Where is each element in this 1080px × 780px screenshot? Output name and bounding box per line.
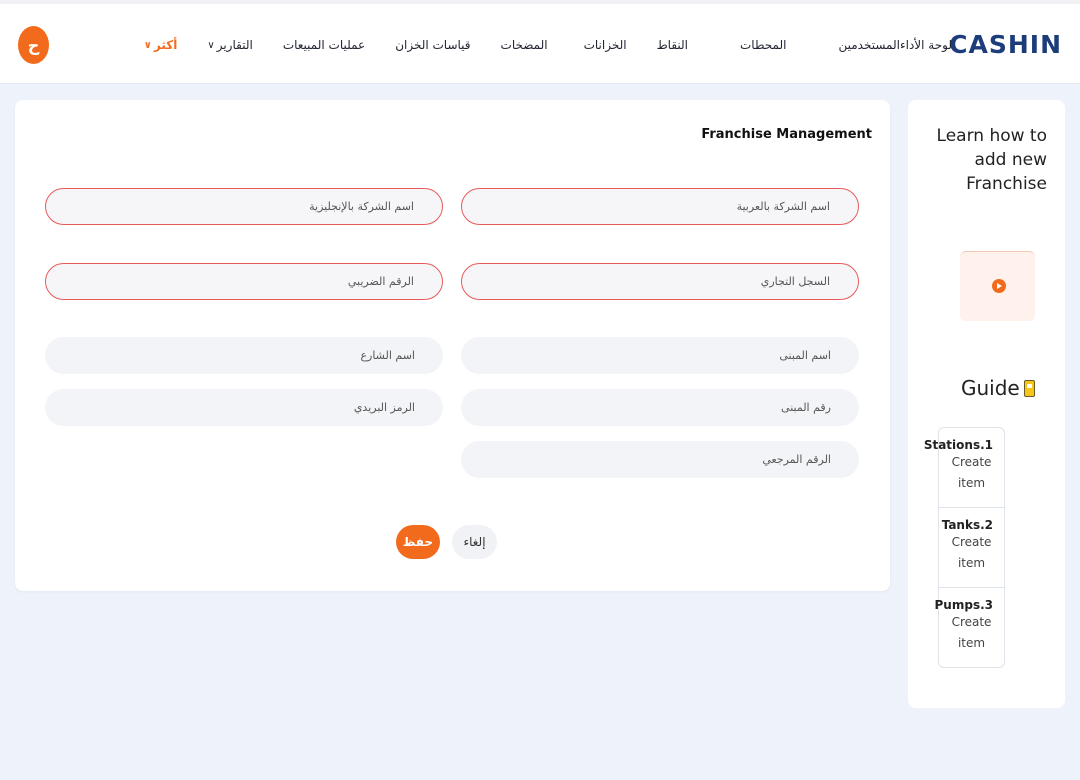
step-name: Pumps.3 <box>934 598 993 612</box>
avatar[interactable]: ح <box>18 26 49 64</box>
page-title: Franchise Management <box>701 127 872 142</box>
nav-item-dashboard[interactable]: لوحة الأداء <box>900 38 952 52</box>
main-nav: لوحة الأداء المستخدمين المحطات النقاط ال… <box>114 38 952 52</box>
franchise-form-card: Franchise Management حفظ إلغاء <box>15 100 890 591</box>
building-name-field[interactable] <box>461 337 859 374</box>
guide-step-pumps[interactable]: Pumps.3 Create item <box>935 588 1004 667</box>
nav-item-more-label: أكثر <box>153 38 178 52</box>
brand-logo[interactable]: CASHIN <box>949 30 1062 59</box>
company-name-ar-field[interactable] <box>461 188 859 225</box>
reference-number-field[interactable] <box>461 441 859 478</box>
nav-item-pumps[interactable]: المضخات <box>501 38 548 52</box>
nav-item-sales-operations[interactable]: عمليات المبيعات <box>283 38 365 52</box>
chevron-down-icon: ∨ <box>143 39 152 51</box>
play-icon <box>992 279 1006 293</box>
guide-sidebar: Learn how to add new Franchise Guide Sta… <box>908 100 1065 708</box>
cancel-button[interactable]: إلغاء <box>452 525 497 559</box>
step-description: Create item <box>951 535 992 570</box>
guide-step-tanks[interactable]: Tanks.2 Create item <box>939 508 1004 588</box>
nav-item-tank-readings[interactable]: قياسات الخزان <box>395 38 470 52</box>
commercial-register-field[interactable] <box>461 263 859 300</box>
building-number-field[interactable] <box>461 389 859 426</box>
nav-item-tanks[interactable]: الخزانات <box>584 38 627 52</box>
step-description: Create item <box>951 615 992 650</box>
save-button[interactable]: حفظ <box>396 525 440 559</box>
nav-item-more[interactable]: ∨ أكثر <box>144 38 178 52</box>
street-name-field[interactable] <box>45 337 443 374</box>
guide-step-stations[interactable]: Stations.1 Create item <box>924 428 1004 508</box>
nav-item-points[interactable]: النقاط <box>657 38 688 52</box>
fuel-pump-icon <box>1023 379 1035 397</box>
step-description: Create item <box>951 455 992 490</box>
guide-heading: Guide <box>961 376 1035 400</box>
top-navbar: CASHIN لوحة الأداء المستخدمين المحطات ال… <box>0 0 1080 84</box>
guide-label: Guide <box>961 376 1020 400</box>
guide-steps: Stations.1 Create item Tanks.2 Create it… <box>924 427 1005 668</box>
step-name: Tanks.2 <box>941 518 993 532</box>
chevron-down-icon: ∨ <box>207 39 215 51</box>
nav-item-reports[interactable]: ∨ التقارير <box>207 38 252 52</box>
guide-title: Learn how to add new Franchise <box>936 126 1047 194</box>
step-name: Stations.1 <box>923 438 993 452</box>
nav-item-users[interactable]: المستخدمين <box>838 38 899 52</box>
company-name-en-field[interactable] <box>45 188 443 225</box>
postal-code-field[interactable] <box>45 389 443 426</box>
tax-number-field[interactable] <box>45 263 443 300</box>
tutorial-video-thumbnail[interactable] <box>960 251 1035 321</box>
nav-item-stations[interactable]: المحطات <box>740 38 786 52</box>
nav-item-reports-label: التقارير <box>216 38 253 52</box>
